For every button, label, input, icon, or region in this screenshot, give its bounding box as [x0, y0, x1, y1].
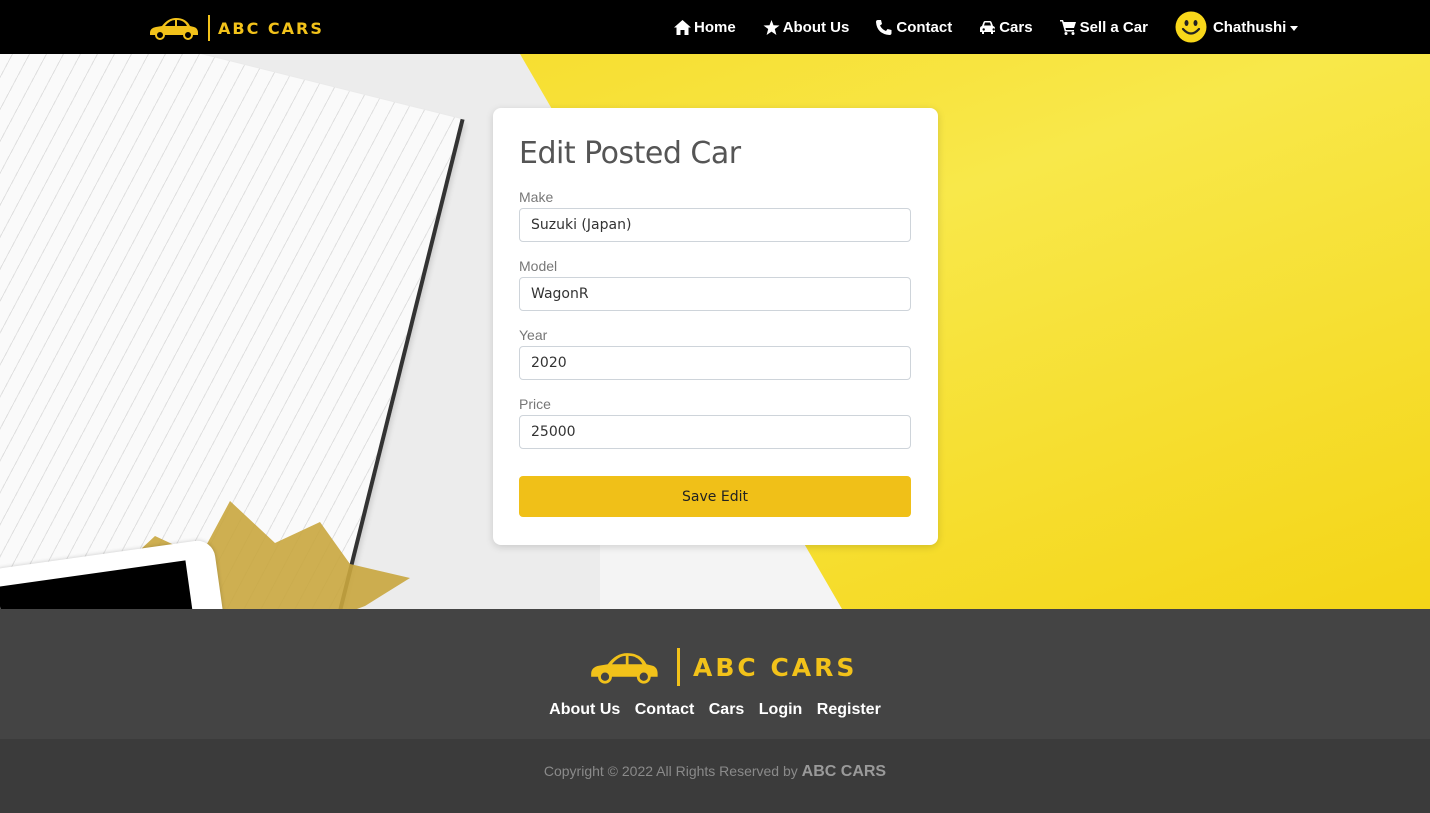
price-input[interactable]	[519, 415, 911, 449]
nav-item-cars[interactable]: Cars	[979, 18, 1033, 36]
copyright-notice: Copyright © 2022 All Rights Reserved by …	[0, 763, 1430, 781]
year-label: Year	[519, 327, 548, 343]
copyright-brand: ABC CARS	[801, 763, 887, 780]
user-name: Chathushi	[1212, 18, 1287, 36]
star-icon	[763, 19, 780, 35]
brand-logo[interactable]: ABC CARS	[146, 14, 324, 42]
nav-menu: Home About Us Contact Cars Sell a Car Ch…	[674, 0, 1299, 54]
year-input[interactable]	[519, 346, 911, 380]
nav-item-sell-a-car[interactable]: Sell a Car	[1059, 18, 1148, 36]
model-input[interactable]	[519, 277, 911, 311]
edit-car-form-card: Edit Posted Car Make Model Year Price Sa…	[493, 108, 938, 545]
footer-link-contact[interactable]: Contact	[635, 701, 695, 719]
cart-icon	[1059, 19, 1076, 35]
nav-item-contact[interactable]: Contact	[876, 19, 952, 36]
nav-item-label: Sell a Car	[1079, 18, 1148, 36]
top-navbar: ABC CARS Home About Us Contact Cars Sell…	[0, 0, 1430, 54]
nav-item-about-us[interactable]: About Us	[763, 18, 850, 36]
footer-link-about-us[interactable]: About Us	[549, 701, 620, 719]
phone-icon	[876, 19, 892, 35]
smiley-icon	[1175, 11, 1207, 43]
footer-brand-logo[interactable]: ABC CARS	[585, 645, 857, 689]
model-label: Model	[519, 258, 558, 274]
save-edit-button[interactable]: Save Edit	[519, 476, 911, 517]
nav-item-label: Contact	[896, 18, 953, 36]
copyright-text: Copyright © 2022 All Rights Reserved by	[543, 763, 798, 779]
nav-item-label: Home	[694, 18, 736, 36]
footer-brand-name: ABC CARS	[693, 652, 858, 682]
make-input[interactable]	[519, 208, 911, 242]
user-menu-dropdown[interactable]: Chathushi	[1175, 11, 1299, 43]
footer-link-cars[interactable]: Cars	[709, 701, 745, 719]
make-label: Make	[519, 189, 554, 205]
brand-name: ABC CARS	[218, 18, 324, 38]
car-logo-icon	[591, 653, 658, 684]
car-icon	[980, 20, 996, 34]
footer-link-register[interactable]: Register	[817, 701, 881, 719]
car-logo-icon	[150, 18, 198, 40]
nav-item-label: Cars	[999, 18, 1033, 36]
footer-links: About Us Contact Cars Login Register	[0, 701, 1430, 719]
brand-separator	[677, 648, 680, 686]
footer-link-login[interactable]: Login	[759, 701, 803, 719]
home-icon	[674, 19, 691, 35]
caret-down-icon	[1290, 25, 1299, 31]
price-label: Price	[519, 396, 551, 412]
nav-item-label: About Us	[782, 18, 850, 36]
brand-separator	[208, 15, 210, 41]
nav-item-home[interactable]: Home	[674, 19, 736, 36]
form-title: Edit Posted Car	[519, 136, 741, 171]
